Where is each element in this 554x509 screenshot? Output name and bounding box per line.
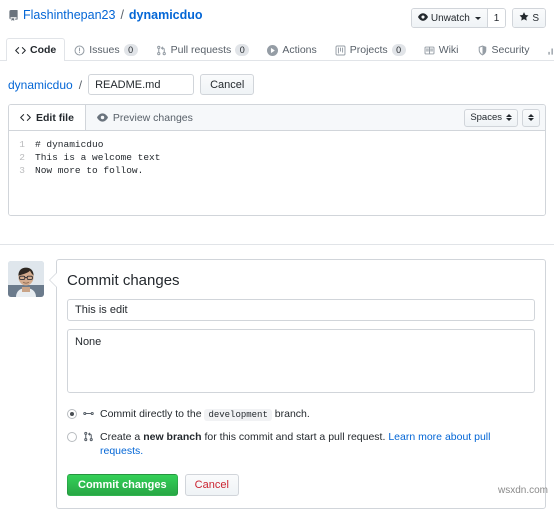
cancel-filename-button[interactable]: Cancel <box>200 74 255 95</box>
eye-icon <box>97 112 108 123</box>
tab-issues[interactable]: Issues 0 <box>65 38 146 61</box>
repo-name-link[interactable]: dynamicduo <box>129 9 203 22</box>
editor-settings: Spaces <box>464 108 540 127</box>
chevron-updown-icon <box>506 114 512 121</box>
path-separator: / <box>78 77 83 92</box>
star-icon <box>519 11 529 25</box>
tab-projects-label: Projects <box>349 44 388 56</box>
tab-pull-requests-label: Pull requests <box>170 44 232 56</box>
tab-issues-count: 0 <box>123 44 138 56</box>
code-line: 1 # dynamicduo <box>9 138 545 151</box>
cancel-commit-button[interactable]: Cancel <box>184 474 239 496</box>
line-content: This is a welcome text <box>35 152 161 163</box>
tab-preview-changes[interactable]: Preview changes <box>86 105 204 130</box>
tab-projects[interactable]: Projects 0 <box>326 38 415 61</box>
git-pull-request-icon <box>83 431 94 442</box>
editor-tabs: Edit file Preview changes <box>9 105 204 130</box>
project-icon <box>335 45 346 56</box>
book-icon <box>424 45 435 56</box>
commit-option-new-branch[interactable]: Create a new branch for this commit and … <box>67 430 535 458</box>
line-number: 2 <box>19 152 25 163</box>
commit-actions: Commit changes Cancel <box>67 474 535 496</box>
chevron-down-icon <box>474 16 481 20</box>
panel-arrow <box>49 272 57 288</box>
tab-wiki-label: Wiki <box>438 44 459 56</box>
indent-mode-value: Spaces <box>470 112 502 123</box>
code-editor-area[interactable]: 1 # dynamicduo 2 This is a welcome text … <box>9 131 545 215</box>
tab-insights[interactable]: Insights <box>538 38 554 61</box>
path-repo-link[interactable]: dynamicduo <box>8 78 73 92</box>
tab-preview-changes-label: Preview changes <box>112 111 193 124</box>
indent-size-select[interactable] <box>522 108 540 127</box>
watermark: wsxdn.com <box>497 485 548 496</box>
star-button[interactable]: S <box>513 9 545 27</box>
watch-count: 1 <box>486 9 506 27</box>
line-number: 3 <box>19 165 25 176</box>
tab-edit-file-label: Edit file <box>36 111 74 124</box>
git-branch-icon <box>83 408 94 419</box>
file-path-row: dynamicduo / Cancel <box>0 61 554 95</box>
git-pull-request-icon <box>156 45 167 56</box>
tab-issues-label: Issues <box>89 44 120 56</box>
tab-pull-requests-count: 0 <box>235 44 250 56</box>
watch-button-group[interactable]: Unwatch 1 <box>410 8 507 28</box>
tab-code[interactable]: Code <box>6 38 66 61</box>
new-branch-suffix: for this commit and start a pull request… <box>204 431 386 443</box>
line-content: # dynamicduo <box>35 139 104 150</box>
header-actions: Unwatch 1 S <box>410 8 546 28</box>
radio-new-branch[interactable] <box>67 432 77 442</box>
commit-directly-suffix: branch. <box>274 408 310 420</box>
graph-icon <box>547 45 554 56</box>
commit-summary-input[interactable] <box>67 299 535 321</box>
code-line: 2 This is a welcome text <box>9 151 545 164</box>
line-number: 1 <box>19 139 25 150</box>
commit-directly-label: Commit directly to the <box>100 408 202 420</box>
issue-opened-icon <box>74 45 85 56</box>
tab-edit-file[interactable]: Edit file <box>9 105 86 130</box>
tab-security-label: Security <box>491 44 530 56</box>
tab-code-label: Code <box>30 44 57 56</box>
repo-header: Flashinthepan23 / dynamicduo Unwatch 1 S <box>0 0 554 28</box>
unwatch-label: Unwatch <box>430 12 470 24</box>
tab-actions[interactable]: Actions <box>258 38 325 61</box>
tab-security[interactable]: Security <box>468 38 539 61</box>
breadcrumb: Flashinthepan23 / dynamicduo <box>8 9 203 22</box>
repo-nav: Code Issues 0 Pull requests 0 Actions Pr… <box>0 37 554 61</box>
star-button-group[interactable]: S <box>512 8 546 28</box>
breadcrumb-separator: / <box>120 8 124 22</box>
avatar[interactable] <box>8 261 44 297</box>
tab-actions-label: Actions <box>282 44 317 56</box>
commit-changes-button[interactable]: Commit changes <box>67 474 178 496</box>
chevron-updown-icon <box>528 114 534 121</box>
editor-toolbar: Edit file Preview changes Spaces <box>9 105 545 131</box>
filename-input[interactable] <box>88 74 195 95</box>
play-icon <box>267 44 279 56</box>
shield-icon <box>477 44 488 56</box>
tab-projects-count: 0 <box>391 44 406 56</box>
tab-wiki[interactable]: Wiki <box>415 38 468 61</box>
page-title: Commit changes <box>67 272 180 289</box>
radio-commit-directly[interactable] <box>67 409 77 419</box>
new-branch-strong: new branch <box>143 431 202 443</box>
file-editor: Edit file Preview changes Spaces 1 # dyn… <box>8 104 546 216</box>
commit-description-input[interactable]: None <box>67 329 535 393</box>
commit-directly-text: Commit directly to the development branc… <box>100 407 310 422</box>
commit-option-direct[interactable]: Commit directly to the development branc… <box>67 407 535 422</box>
code-icon <box>20 112 31 123</box>
eye-icon <box>417 12 428 25</box>
indent-mode-select[interactable]: Spaces <box>464 108 518 127</box>
code-icon <box>15 45 26 56</box>
line-content: Now more to follow. <box>35 165 144 176</box>
commit-panel: Commit changes None Commit directly to t… <box>49 259 546 509</box>
unwatch-button[interactable]: Unwatch <box>411 9 487 27</box>
code-line: 3 Now more to follow. <box>9 164 545 177</box>
star-label: S <box>532 12 539 24</box>
branch-name: development <box>204 409 272 421</box>
repo-icon <box>8 9 19 21</box>
repo-owner-link[interactable]: Flashinthepan23 <box>23 9 115 22</box>
tab-pull-requests[interactable]: Pull requests 0 <box>147 38 259 61</box>
new-branch-prefix: Create a <box>100 431 141 443</box>
commit-section: Commit changes None Commit directly to t… <box>0 244 554 509</box>
new-branch-text: Create a new branch for this commit and … <box>100 430 535 458</box>
